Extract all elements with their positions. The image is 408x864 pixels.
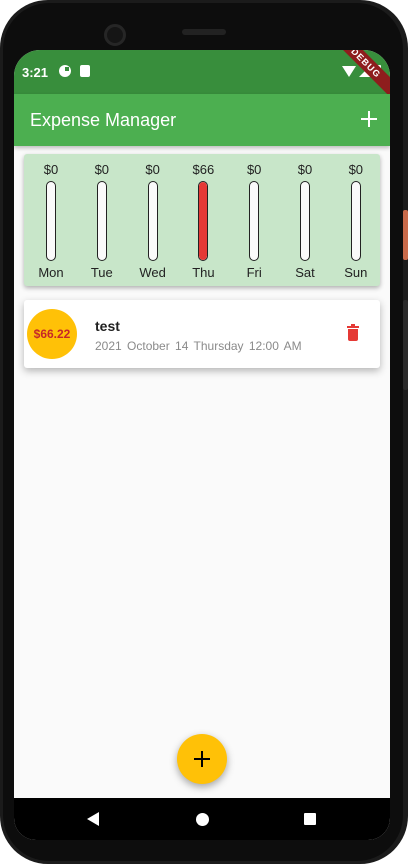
- system-nav-bar: [14, 798, 390, 840]
- chart-amount-label: $0: [94, 162, 110, 177]
- weekly-chart: $0 Mon $0 Tue $0 Wed $66 Thu $0 Fri $0 Sat $0 Sun: [24, 154, 380, 286]
- earpiece-speaker: [182, 29, 226, 35]
- chart-day-label: Mon: [38, 265, 64, 280]
- app-bar: Expense Manager: [14, 94, 390, 146]
- amount-avatar: $66.22: [27, 309, 77, 359]
- chart-bar-track: [300, 181, 310, 261]
- chart-bar-track: [350, 181, 361, 261]
- transaction-date: 2021 October 14 Thursday 12:00 AM: [95, 339, 302, 353]
- status-time: 3:21: [22, 65, 49, 80]
- home-icon[interactable]: [196, 813, 209, 826]
- add-expense-fab[interactable]: [177, 734, 227, 784]
- add-icon[interactable]: [358, 108, 380, 130]
- chart-bar-track: [147, 181, 158, 261]
- back-icon[interactable]: [87, 812, 99, 826]
- chart-amount-label: $0: [297, 162, 313, 177]
- chart-day-label: Tue: [90, 265, 113, 280]
- chart-bar-track: [46, 181, 56, 261]
- wifi-icon: [342, 66, 356, 77]
- chart-amount-label: $0: [348, 162, 364, 177]
- chart-bar-track: [198, 181, 209, 261]
- chart-bar-fill: [199, 182, 208, 260]
- chart-day-label: Sun: [344, 265, 368, 280]
- chart-column-mon: $0 Mon: [31, 154, 71, 286]
- volume-button: [403, 300, 408, 390]
- chart-column-wed: $0 Wed: [133, 154, 173, 286]
- phone-frame: 3:21 DEBUG Expense Manager $0 Mon $0 Tue $0 W…: [0, 0, 408, 864]
- trash-icon-body: [348, 329, 358, 341]
- sd-card-icon: [80, 65, 90, 77]
- delete-button[interactable]: [344, 324, 364, 344]
- chart-day-label: Wed: [139, 265, 166, 280]
- chart-day-label: Fri: [246, 265, 262, 280]
- chart-day-label: Sat: [295, 265, 315, 280]
- chart-column-fri: $0 Fri: [234, 154, 274, 286]
- chart-bar-track: [249, 181, 260, 261]
- transaction-card[interactable]: $66.22 test 2021 October 14 Thursday 12:…: [24, 300, 380, 368]
- app-title: Expense Manager: [30, 110, 177, 130]
- camera-icon: [104, 24, 126, 46]
- chart-bar-track: [96, 181, 107, 261]
- add-icon: [192, 749, 212, 769]
- chart-amount-label: $0: [246, 162, 262, 177]
- chart-day-label: Thu: [192, 265, 215, 280]
- chart-amount-label: $0: [43, 162, 59, 177]
- screen: 3:21 DEBUG Expense Manager $0 Mon $0 Tue $0 W…: [14, 50, 390, 840]
- chart-column-sat: $0 Sat: [285, 154, 325, 286]
- power-button: [403, 210, 408, 260]
- chart-column-thu: $66 Thu: [183, 154, 223, 286]
- chart-amount-label: $66: [192, 162, 215, 177]
- status-notification-icon: [59, 65, 71, 77]
- transaction-amount: $66.22: [33, 327, 71, 341]
- chart-column-sun: $0 Sun: [336, 154, 376, 286]
- transaction-title: test: [95, 318, 120, 334]
- chart-amount-label: $0: [145, 162, 160, 177]
- trash-icon-lid: [347, 326, 359, 328]
- recents-icon[interactable]: [304, 813, 316, 825]
- chart-column-tue: $0 Tue: [82, 154, 122, 286]
- status-bar: 3:21 DEBUG: [14, 50, 390, 104]
